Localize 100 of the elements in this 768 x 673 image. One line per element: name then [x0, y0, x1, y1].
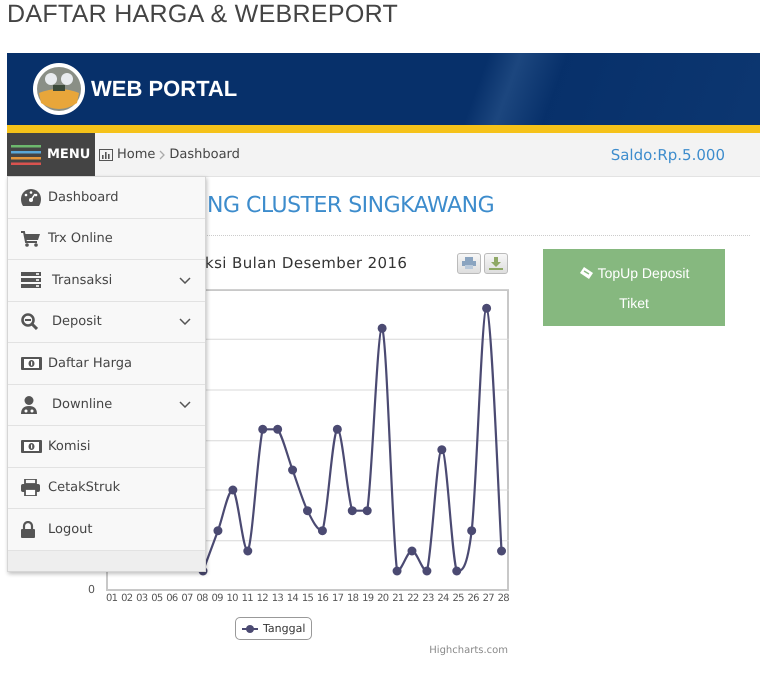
axis-label: 16	[316, 593, 328, 604]
axis-label: 24	[437, 593, 449, 604]
chart-credit[interactable]: Highcharts.com	[80, 645, 520, 656]
axis-label: 09	[211, 593, 223, 604]
page-heading: NG CLUSTER SINGKAWANG	[207, 192, 496, 220]
menu-item-label: Downline	[52, 397, 112, 412]
data-point	[437, 445, 446, 454]
data-point	[452, 566, 462, 576]
zoom-out-icon	[21, 313, 38, 330]
menu-icon	[11, 144, 41, 164]
axis-label: 02	[121, 593, 132, 604]
data-point	[482, 304, 492, 313]
axis-label: 12	[256, 593, 268, 604]
chevron-right-icon	[159, 150, 166, 160]
axis-label: 08	[196, 593, 208, 604]
data-point	[318, 526, 327, 536]
menu-item-label: Deposit	[52, 314, 102, 330]
axis-label: 14	[286, 593, 298, 604]
menu-item-label: Daftar Harga	[48, 356, 132, 371]
print-button[interactable]	[457, 252, 481, 274]
data-point	[497, 546, 506, 556]
axis-label: 07	[181, 593, 193, 604]
axis-label: 01	[106, 593, 118, 604]
breadcrumb-link[interactable]: Dashboard	[169, 147, 240, 162]
axis-label: 23	[422, 593, 434, 604]
menu-item[interactable]: Daftar Harga	[8, 343, 205, 384]
data-point	[213, 526, 222, 536]
axis-label: 10	[226, 593, 238, 604]
brand-name: WEB PORTAL	[91, 76, 238, 102]
data-point	[288, 466, 298, 474]
axis-label: 11	[242, 593, 253, 604]
data-point	[273, 424, 282, 434]
axis-label: 06	[166, 593, 178, 604]
menu-item[interactable]: Transaksi	[8, 260, 205, 302]
menu-item-label: Dashboard	[48, 190, 119, 205]
axis-label: 26	[468, 593, 479, 604]
data-point	[228, 486, 238, 494]
data-point	[422, 566, 432, 576]
legend-label: Tanggal	[263, 622, 306, 635]
data-point	[407, 546, 416, 556]
menu-item-label: CetakStruk	[48, 480, 120, 496]
axis-label: 25	[452, 593, 464, 604]
page-title: DAFTAR HARGA & WEBREPORT	[6, 0, 400, 30]
axis-label: 15	[302, 593, 314, 604]
data-point	[243, 546, 252, 556]
menu-item[interactable]: Deposit	[8, 302, 205, 343]
menu-item-label: Logout	[48, 522, 93, 537]
axis-label: 03	[136, 593, 148, 604]
axis-label: 27	[482, 593, 494, 604]
chevron-down-icon	[179, 401, 191, 408]
download-button[interactable]	[484, 252, 508, 274]
menu-item[interactable]: CetakStruk	[8, 468, 205, 509]
axis-label: 17	[332, 593, 344, 604]
menu-button[interactable]: MENU	[7, 133, 95, 176]
banknote-icon	[21, 356, 42, 370]
lock-icon	[21, 520, 35, 538]
banknote-icon	[21, 440, 42, 453]
menu-item[interactable]: Trx Online	[8, 218, 205, 260]
breadcrumb-link[interactable]: Home	[117, 147, 156, 162]
chevron-down-icon	[179, 318, 191, 326]
axis-label: 13	[272, 593, 284, 604]
axis-label: 19	[362, 593, 374, 604]
menu-item-label: Trx Online	[48, 231, 113, 246]
menu-item-label: Transaksi	[52, 272, 112, 288]
axis-label: 18	[347, 593, 358, 604]
menu-item[interactable]: Dashboard	[8, 177, 205, 218]
data-point	[348, 506, 357, 516]
logo-icon	[33, 63, 85, 115]
axis-label: 28	[498, 593, 509, 604]
user-icon	[21, 396, 37, 414]
data-point	[392, 566, 402, 576]
chart-legend[interactable]: Tanggal	[235, 617, 312, 640]
data-point	[332, 424, 342, 434]
download-icon	[489, 256, 503, 270]
balance-text: Saldo:Rp.5.000	[610, 146, 725, 164]
data-point	[258, 424, 268, 434]
legend-marker-icon	[242, 624, 258, 634]
axis-label: 21	[392, 593, 404, 604]
chart-title: ksi Bulan Desember 2016	[205, 254, 408, 272]
data-point	[303, 506, 312, 516]
ticket-icon	[578, 266, 593, 278]
bar-chart-icon	[99, 148, 113, 160]
server-icon	[21, 272, 41, 288]
button-label: TopUp Deposit	[598, 264, 690, 280]
chevron-down-icon	[179, 276, 191, 284]
printer-icon	[21, 479, 40, 496]
data-point	[378, 324, 387, 333]
printer-icon	[462, 257, 476, 269]
menu-item[interactable]: Logout	[8, 509, 205, 550]
menu-item-label: Komisi	[48, 438, 90, 454]
axis-label: 0	[87, 583, 96, 596]
axis-label: 22	[407, 593, 419, 604]
menu-item[interactable]: Komisi	[8, 426, 205, 468]
menu-item[interactable]: Downline	[8, 384, 205, 426]
data-point	[467, 526, 476, 536]
axis-label: 05	[151, 593, 163, 604]
axis-label: 20	[377, 593, 388, 604]
cart-icon	[21, 230, 40, 247]
button-label: Tiket	[619, 294, 649, 310]
dashboard-icon	[21, 188, 41, 206]
